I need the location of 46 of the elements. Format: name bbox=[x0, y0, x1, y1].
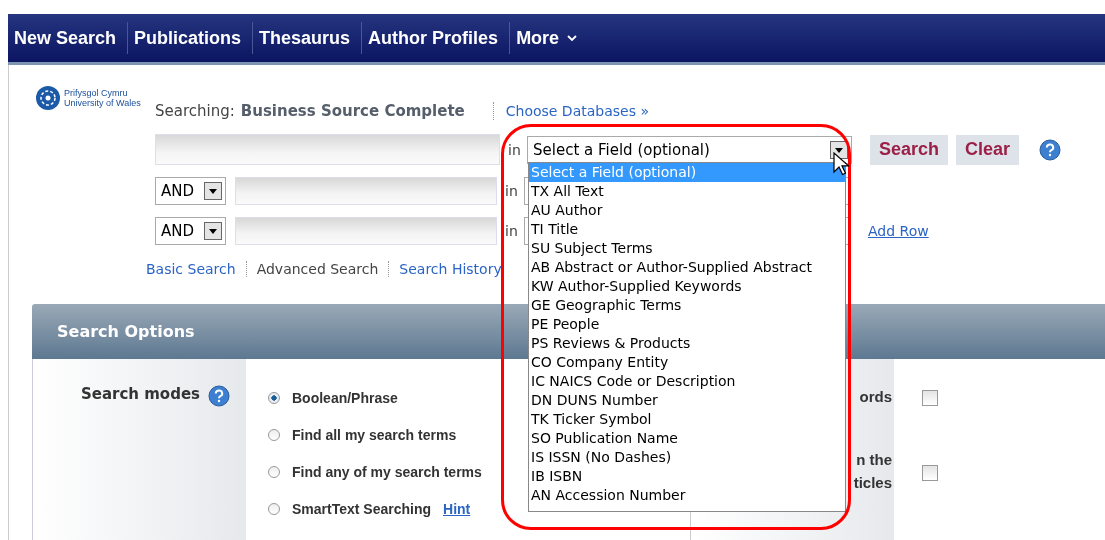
search-input[interactable] bbox=[155, 134, 500, 165]
searching-label: Searching: bbox=[155, 102, 235, 120]
search-mode-option: Find any of my search terms bbox=[292, 464, 482, 480]
nav-link[interactable]: Thesaurus bbox=[253, 22, 363, 54]
search-modes-label: Search modes bbox=[80, 385, 200, 403]
nav-link[interactable]: More bbox=[510, 22, 589, 54]
help-icon[interactable] bbox=[1039, 138, 1062, 161]
radio-button[interactable] bbox=[268, 392, 280, 404]
in-label: in bbox=[504, 183, 519, 199]
checkbox[interactable] bbox=[922, 465, 938, 481]
add-row-link[interactable]: Add Row bbox=[868, 223, 929, 239]
option-label: n the bbox=[856, 450, 892, 470]
field-select[interactable]: Select a Field (optional) bbox=[527, 135, 852, 164]
in-label: in bbox=[507, 141, 522, 158]
radio-button[interactable] bbox=[268, 466, 280, 478]
search-mode-link[interactable]: Search History bbox=[399, 261, 502, 277]
radio-button[interactable] bbox=[268, 429, 280, 441]
help-icon[interactable] bbox=[208, 385, 230, 407]
caret-icon bbox=[204, 222, 222, 240]
operator-select[interactable]: AND bbox=[155, 217, 226, 245]
search-form-button[interactable]: Clear bbox=[956, 134, 1020, 165]
search-mode-link[interactable]: Advanced Search bbox=[256, 261, 379, 277]
caret-icon bbox=[830, 140, 848, 159]
logo-icon bbox=[35, 85, 61, 111]
in-label: in bbox=[504, 223, 519, 239]
nav-link[interactable]: Author Profiles bbox=[362, 22, 511, 54]
hint-link[interactable]: Hint bbox=[443, 501, 471, 517]
chevron-down-icon bbox=[567, 34, 578, 42]
search-input[interactable] bbox=[235, 177, 497, 205]
operator-select[interactable]: AND bbox=[155, 177, 226, 205]
search-mode-link[interactable]: Basic Search bbox=[146, 261, 236, 277]
logo-text: Prifysgol Cymru University of Wales bbox=[64, 87, 141, 108]
search-mode-option: Boolean/Phrase bbox=[292, 390, 398, 406]
nav-link[interactable]: Publications bbox=[128, 22, 254, 54]
search-input[interactable] bbox=[235, 217, 497, 245]
database-name: Business Source Complete bbox=[240, 102, 465, 120]
checkbox[interactable] bbox=[922, 390, 938, 406]
radio-button[interactable] bbox=[268, 503, 280, 515]
search-form-button[interactable]: Search bbox=[870, 134, 949, 165]
nav-link[interactable]: New Search bbox=[8, 22, 129, 54]
option-label: ticles bbox=[853, 473, 892, 493]
option-label: ords bbox=[859, 387, 892, 407]
choose-databases-link[interactable]: Choose Databases » bbox=[505, 103, 649, 119]
caret-icon bbox=[204, 182, 222, 200]
search-mode-option: SmartText Searching bbox=[292, 501, 431, 517]
search-mode-option: Find all my search terms bbox=[292, 427, 457, 443]
